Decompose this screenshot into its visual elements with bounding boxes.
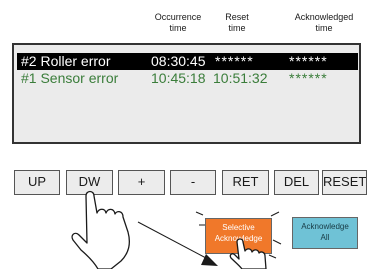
arrow-icon: [137, 221, 218, 266]
hand-pointer-icon: [229, 238, 267, 269]
hand-pointer-icon: [71, 190, 130, 269]
illustration-overlay: [71, 190, 282, 269]
